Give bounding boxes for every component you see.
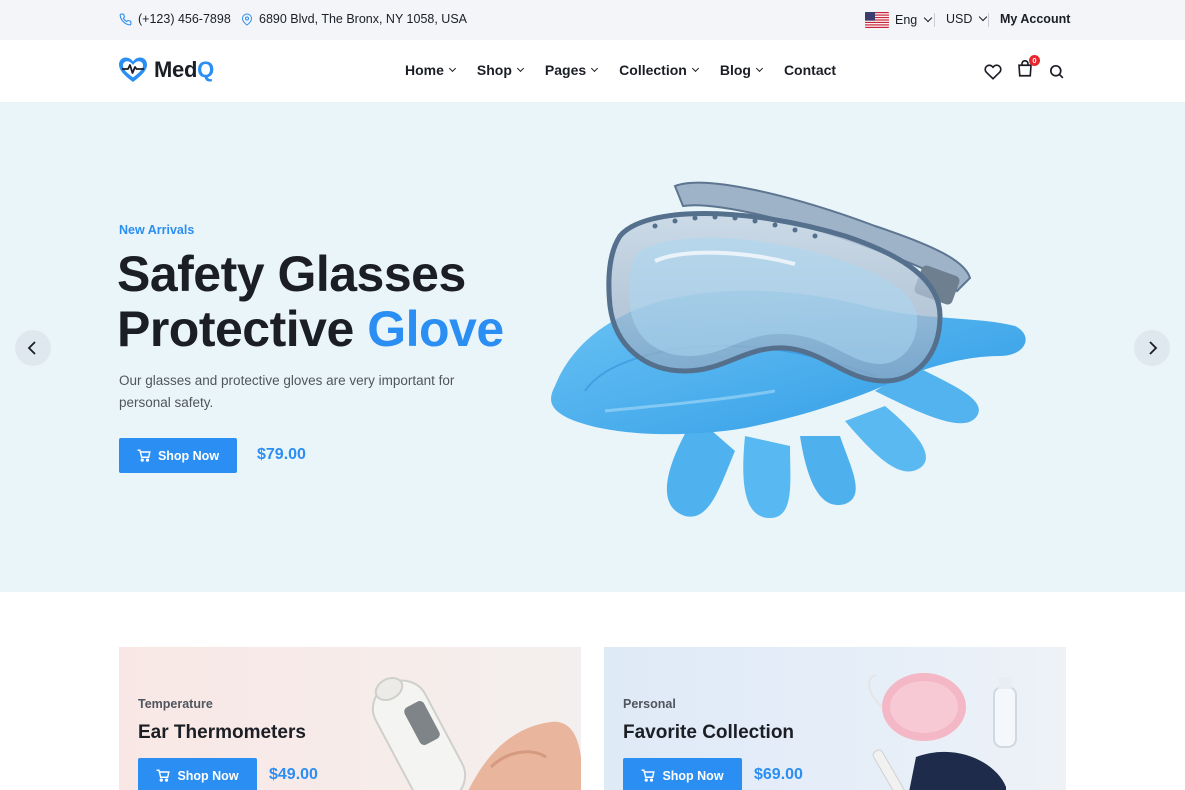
chevron-down-icon [591,64,599,73]
map-pin-icon [241,13,253,26]
chevron-down-icon [691,64,699,73]
chevron-right-icon [1149,341,1158,355]
banner-title: Ear Thermometers [138,722,306,743]
main-nav: Home Shop Pages Collection Blog Contact [405,62,858,78]
cart-count-badge: 0 [1029,55,1040,66]
cart-icon [137,449,151,462]
language-selector[interactable]: Eng [865,12,933,28]
slider-prev-button[interactable] [15,330,51,366]
top-bar: (+123) 456-7898 6890 Blvd, The Bronx, NY… [0,0,1185,40]
phone-number: (+123) 456-7898 [138,12,231,26]
hero-slider: New Arrivals Safety Glasses Protective G… [0,102,1185,592]
us-flag-icon [865,12,889,28]
banner-title: Favorite Collection [623,722,795,743]
phone-icon [119,13,132,25]
nav-item-collection[interactable]: Collection [619,62,699,78]
nav-item-shop[interactable]: Shop [477,62,524,78]
chevron-down-icon [448,64,456,73]
promo-banner-thermometers[interactable]: Temperature Ear Thermometers Shop Now $4… [119,647,581,790]
phone-contact[interactable]: (+123) 456-7898 [119,12,231,26]
chevron-down-icon [516,64,524,73]
logo[interactable]: MedQ [118,56,214,84]
nav-item-contact[interactable]: Contact [784,62,836,78]
chevron-down-icon [755,64,763,73]
my-account-link[interactable]: My Account [1000,12,1070,26]
main-header: MedQ Home Shop Pages Collection Blog Con… [0,40,1185,102]
ear-thermometer-image [371,676,581,790]
nav-item-blog[interactable]: Blog [720,62,763,78]
address-contact: 6890 Blvd, The Bronx, NY 1058, USA [241,12,467,26]
header-icons: 0 [984,55,1065,83]
currency-label: USD [946,12,973,26]
cart-icon [157,769,171,782]
safety-goggles-gloves-image [551,181,1026,518]
divider [988,13,989,27]
currency-selector[interactable]: USD [946,12,988,26]
chevron-down-icon [924,13,933,23]
address-text: 6890 Blvd, The Bronx, NY 1058, USA [259,12,467,26]
divider [934,13,935,27]
hero-description: Our glasses and protective gloves are ve… [119,373,455,410]
banner-category: Temperature [138,697,213,711]
personal-care-items-image [868,673,1017,790]
cart-icon [642,769,656,782]
banner-category: Personal [623,697,676,711]
chevron-down-icon [979,12,988,22]
banner-price: $49.00 [269,766,318,783]
search-icon[interactable] [1048,63,1065,80]
promo-banner-favorite-collection[interactable]: Personal Favorite Collection Shop Now $6… [604,647,1066,790]
language-label: Eng [895,13,918,27]
banner-price: $69.00 [754,766,803,783]
nav-item-home[interactable]: Home [405,62,456,78]
hero-title: Safety Glasses Protective Glove [117,246,504,357]
hero-shop-now-button[interactable]: Shop Now [119,438,237,473]
chevron-left-icon [27,341,36,355]
heart-icon[interactable] [984,63,1002,81]
logo-text: MedQ [154,57,214,82]
hero-price: $79.00 [257,446,306,463]
nav-item-pages[interactable]: Pages [545,62,599,78]
hero-eyebrow: New Arrivals [119,223,195,237]
banner-shop-now-button[interactable]: Shop Now [623,758,742,790]
slider-next-button[interactable] [1134,330,1170,366]
cart-button[interactable]: 0 [1016,55,1040,83]
banner-shop-now-button[interactable]: Shop Now [138,758,257,790]
heart-pulse-logo-icon [119,57,147,82]
